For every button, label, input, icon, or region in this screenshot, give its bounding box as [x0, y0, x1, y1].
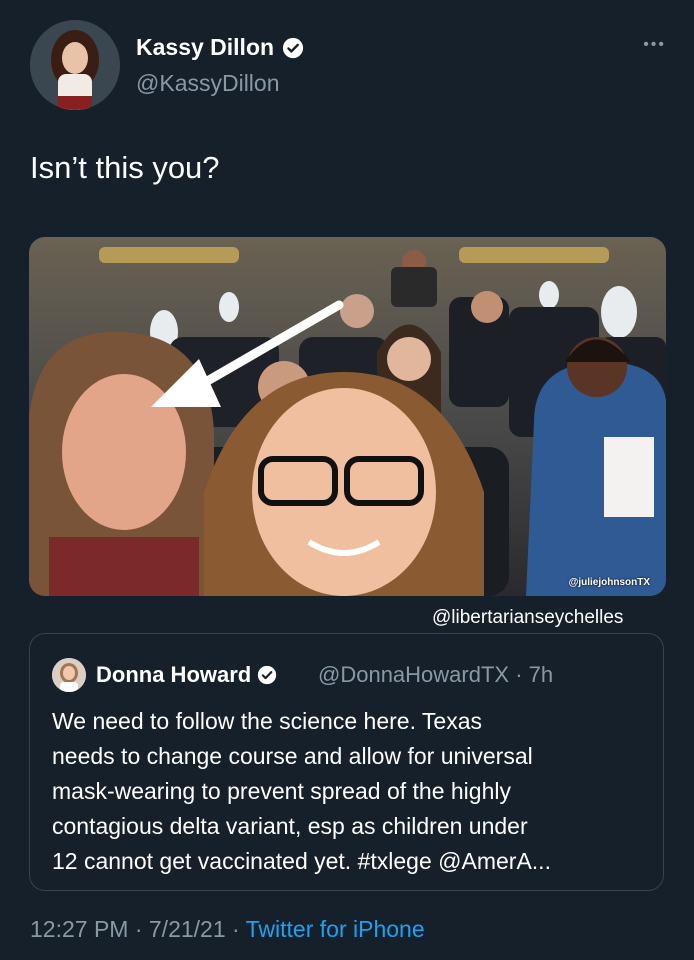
more-options-icon[interactable]: •••	[643, 36, 666, 54]
quoted-handle-time: @DonnaHowardTX · 7h	[318, 662, 554, 687]
quoted-text-line: contagious delta variant, esp as childre…	[52, 813, 528, 839]
quoted-tweet[interactable]: Donna Howard @DonnaHowardTX · 7h We need…	[29, 633, 664, 891]
author-avatar[interactable]	[30, 20, 120, 110]
page-watermark: @libertarianseychelles	[432, 607, 624, 628]
tweet-media-image[interactable]: @juliejohnsonTX	[29, 237, 666, 596]
tweet-header: Kassy Dillon @KassyDillon •••	[30, 20, 670, 110]
timestamp-text[interactable]: 12:27 PM · 7/21/21 ·	[30, 916, 246, 942]
quoted-text-line: mask-wearing to prevent spread of the hi…	[52, 778, 511, 804]
quoted-text-line: 12 cannot get vaccinated yet. #txlege @A…	[52, 848, 551, 874]
quoted-author-avatar	[52, 658, 86, 692]
image-watermark: @juliejohnsonTX	[568, 577, 650, 588]
quoted-author-name: Donna Howard	[96, 662, 277, 688]
quoted-text-line: We need to follow the science here. Texa…	[52, 708, 483, 734]
tweet-source-link[interactable]: Twitter for iPhone	[246, 916, 425, 942]
verified-badge-icon	[258, 665, 277, 685]
verified-badge-icon	[282, 37, 304, 58]
tweet-text: Isn’t this you?	[30, 150, 220, 185]
quoted-tweet-text: We need to follow the science here. Texa…	[52, 704, 652, 879]
quoted-text-line: needs to change course and allow for uni…	[52, 743, 533, 769]
author-name[interactable]: Kassy Dillon	[136, 34, 304, 61]
author-handle[interactable]: @KassyDillon	[136, 70, 280, 97]
tweet-timestamp: 12:27 PM · 7/21/21 · Twitter for iPhone	[30, 916, 425, 943]
